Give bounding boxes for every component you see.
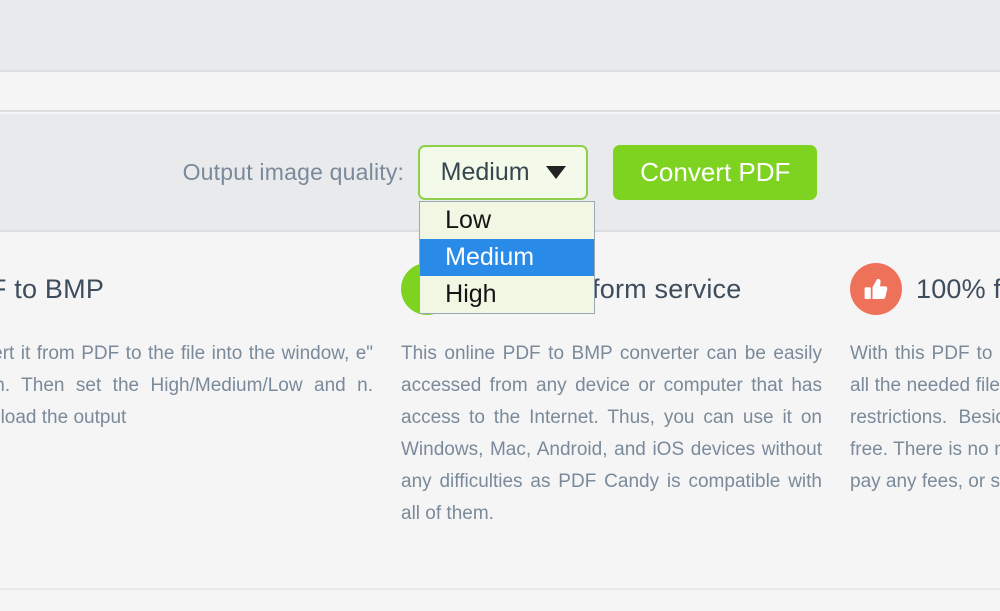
page-root: Output image quality: Medium Low Medium … [0,0,1000,611]
quality-label: Output image quality: [182,158,405,185]
feature-body-2: This online PDF to BMP converter can be … [401,343,822,524]
feature-column-how-to: PDF to BMP convert it from PDF to the fi… [0,234,373,530]
convert-pdf-button[interactable]: Convert PDF [613,144,818,200]
dropdown-option-high[interactable]: High [420,275,595,313]
feature-title-1: PDF to BMP [0,273,105,304]
feature-column-free: 100% free of charge With this PDF to BMP… [850,234,1000,530]
dropdown-option-medium[interactable]: Medium [420,238,595,276]
chevron-down-icon [545,165,566,179]
top-bar-band [0,0,1000,72]
conversion-options-bar: Output image quality: Medium Low Medium … [0,114,1000,314]
quality-select-wrapper: Medium Low Medium High [418,144,596,314]
feature-body-3: With this PDF to BMP converter you can c… [850,343,1000,492]
dropdown-option-low[interactable]: Low [420,201,595,239]
feature-title-3: 100% free of charge [916,273,1000,304]
quality-select[interactable]: Medium [418,144,589,200]
bottom-band [0,588,1000,611]
quality-dropdown-list[interactable]: Low Medium High [419,200,596,314]
feature-body-1: convert it from PDF to the file into the… [0,343,373,428]
feature-heading-1: PDF to BMP [0,258,373,320]
quality-row: Output image quality: Medium Low Medium … [0,114,1000,314]
secondary-band [0,74,1000,112]
thumbs-up-icon [850,263,902,315]
quality-select-value: Medium [440,157,530,186]
feature-heading-3: 100% free of charge [850,258,1000,320]
